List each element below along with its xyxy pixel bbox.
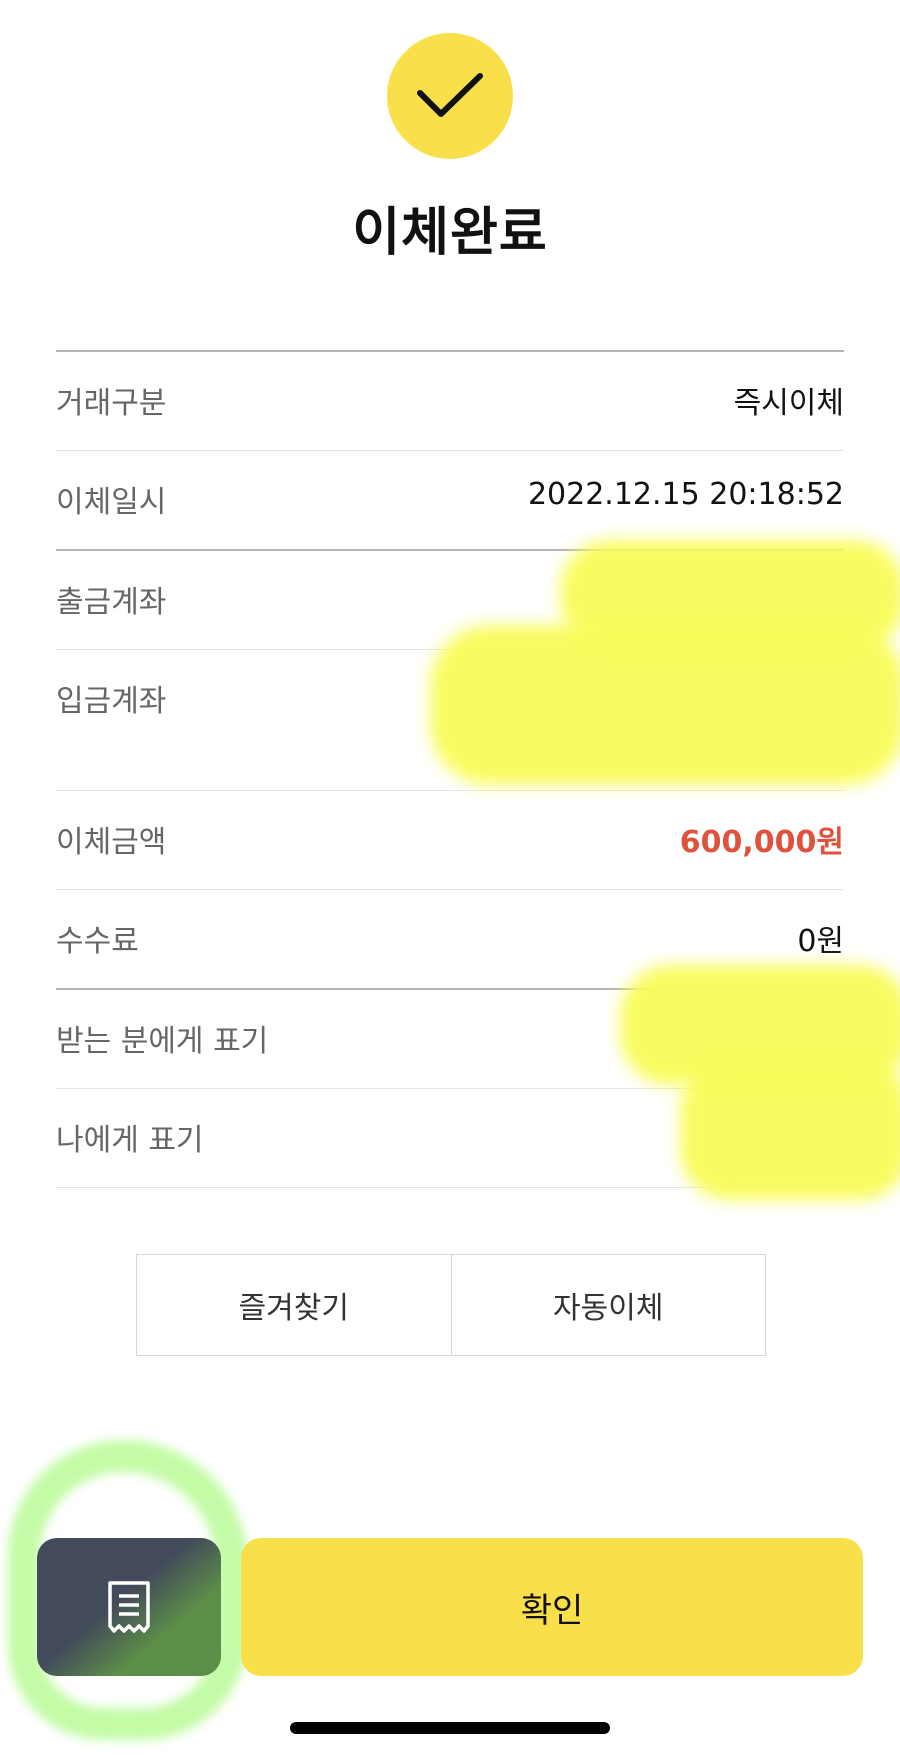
detail-label: 거래구분	[56, 386, 167, 421]
detail-row-deposit-account: 입금계좌	[56, 650, 844, 791]
detail-row-withdraw-account: 출금계좌 3	[56, 551, 844, 650]
transfer-detail-list: 거래구분 즉시이체 이체일시 2022.12.15 20:18:52 출금계좌 …	[56, 350, 844, 1188]
transfer-amount: 600,000원	[679, 825, 844, 860]
detail-label: 받는 분에게 표기	[56, 1024, 269, 1059]
detail-row-amount: 이체금액 600,000원	[56, 791, 844, 890]
home-indicator[interactable]	[290, 1722, 610, 1734]
detail-row-transfer-datetime: 이체일시 2022.12.15 20:18:52	[56, 451, 844, 551]
detail-label: 이체일시	[56, 485, 167, 520]
page-title: 이체완료	[352, 203, 548, 263]
detail-label: 이체금액	[56, 825, 167, 860]
favorites-button[interactable]: 즐겨찾기	[137, 1255, 451, 1355]
detail-row-fee: 수수료 0원	[56, 890, 844, 990]
detail-value: 0원	[797, 924, 844, 959]
detail-value: 3	[596, 577, 616, 612]
receipt-button[interactable]	[37, 1538, 221, 1676]
detail-row-recipient-memo: 받는 분에게 표기	[56, 990, 844, 1089]
detail-label: 나에게 표기	[56, 1123, 204, 1158]
detail-value: 즉시이체	[733, 386, 844, 421]
detail-label: 수수료	[56, 924, 139, 959]
detail-value: 2022.12.15 20:18:52	[527, 477, 844, 512]
detail-row-my-memo: 나에게 표기	[56, 1089, 844, 1188]
detail-label: 입금계좌	[56, 684, 167, 719]
checkmark-icon	[417, 73, 483, 117]
success-check-badge	[387, 33, 513, 159]
auto-transfer-button[interactable]: 자동이체	[450, 1255, 765, 1355]
detail-row-transaction-type: 거래구분 즉시이체	[56, 352, 844, 451]
receipt-icon	[108, 1581, 150, 1633]
quick-action-group: 즐겨찾기 자동이체	[136, 1254, 766, 1356]
confirm-button[interactable]: 확인	[241, 1538, 863, 1676]
detail-label: 출금계좌	[56, 585, 167, 620]
